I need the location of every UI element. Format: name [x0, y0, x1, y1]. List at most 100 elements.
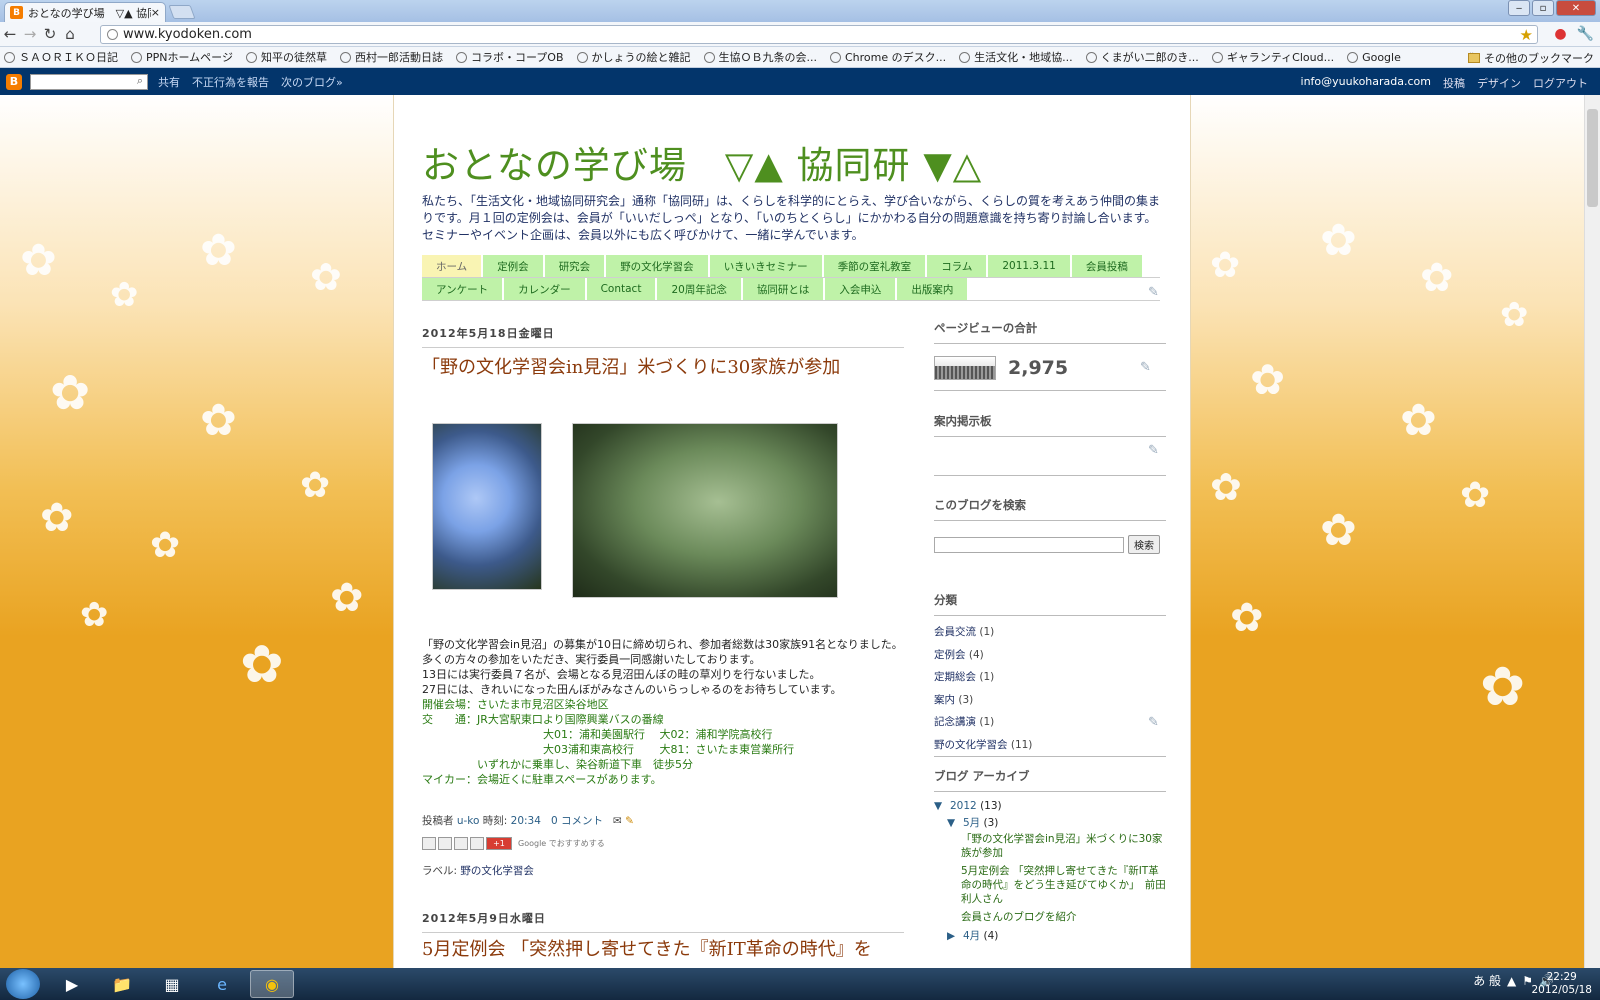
nav-tab[interactable]: カレンダー	[504, 278, 587, 300]
new-post-link[interactable]: 投稿	[1443, 75, 1465, 91]
blog-title[interactable]: おとなの学び場 ▽▲ 協同研 ▼△	[422, 135, 982, 189]
bookmark-item[interactable]: Google	[1347, 51, 1401, 64]
hydrangea-photo[interactable]	[432, 423, 542, 590]
leaf-photo[interactable]	[572, 423, 838, 598]
internet-explorer-icon[interactable]: e	[200, 970, 244, 998]
google-plus-one-button[interactable]: +1	[486, 837, 512, 850]
nav-tab[interactable]: コラム	[927, 255, 989, 277]
nav-tab[interactable]: 季節の室礼教室	[823, 255, 928, 277]
edit-tools-icon[interactable]: ✎	[1148, 715, 1159, 730]
label-link[interactable]: 野の文化学習会	[934, 739, 1008, 751]
back-icon[interactable]: ←	[0, 25, 20, 43]
nav-tab[interactable]: ホーム	[422, 255, 484, 277]
label-link[interactable]: 定期総会	[934, 671, 976, 683]
edit-tools-icon[interactable]: ✎	[1148, 443, 1159, 458]
bookmark-item[interactable]: コラボ・コープOB	[455, 49, 564, 65]
label-link[interactable]: 案内	[934, 694, 955, 706]
nav-tab[interactable]: いきいきセミナー	[709, 255, 824, 277]
chrome-taskbar-icon[interactable]: ◉	[250, 970, 294, 998]
email-post-icon[interactable]: ✉	[613, 815, 622, 827]
edit-tools-icon[interactable]: ✎	[1140, 360, 1151, 375]
expand-toggle-icon[interactable]: ▼	[947, 815, 963, 832]
edit-post-icon[interactable]: ✎	[625, 815, 634, 827]
reload-icon[interactable]: ↻	[40, 25, 60, 43]
bookmark-item[interactable]: ＳＡＯＲＩＫＯ日記	[4, 49, 118, 65]
nav-tab[interactable]: 研究会	[544, 255, 607, 277]
edit-tools-icon[interactable]: ✎	[1148, 285, 1159, 300]
nav-tab[interactable]: 協同研とは	[742, 278, 826, 300]
archive-year[interactable]: ▼ 2012 (13)	[934, 798, 1166, 815]
explorer-icon[interactable]: 📁	[100, 970, 144, 998]
media-player-icon[interactable]: ▶	[50, 970, 94, 998]
clock[interactable]: 22:29 2012/05/18	[1531, 971, 1592, 997]
nav-tab[interactable]: 2011.3.11	[988, 255, 1072, 277]
next-blog-link[interactable]: 次のブログ»	[281, 74, 343, 90]
bookmark-item[interactable]: 西村一郎活動日誌	[339, 49, 443, 65]
nav-tab[interactable]: 20周年記念	[657, 278, 743, 300]
post-time[interactable]: 20:34	[511, 815, 541, 827]
blogger-logo-icon[interactable]: B	[6, 73, 22, 90]
extension-icon[interactable]: ●	[1554, 26, 1566, 42]
comments-link[interactable]: 0 コメント	[551, 815, 603, 827]
ime-indicator[interactable]: あ 般	[1473, 972, 1501, 989]
design-link[interactable]: デザイン	[1477, 75, 1521, 91]
bookmark-item[interactable]: 知平の徒然草	[245, 49, 327, 65]
label-link[interactable]: 会員交流	[934, 626, 976, 638]
bookmark-item[interactable]: Chrome のデスク...	[830, 49, 946, 65]
home-icon[interactable]: ⌂	[60, 25, 80, 43]
post-title[interactable]: 5月定例会 「突然押し寄せてきた『新IT革命の時代』を	[422, 935, 872, 961]
other-bookmarks[interactable]: その他のブックマーク	[1468, 50, 1594, 66]
share-facebook-icon[interactable]	[470, 837, 484, 850]
bookmark-item[interactable]: 生活文化・地域協...	[959, 49, 1073, 65]
minimize-button[interactable]: ‒	[1508, 0, 1530, 16]
archive-post-link[interactable]: 「野の文化学習会in見沼」米づくりに30家族が参加	[934, 832, 1166, 860]
maximize-button[interactable]: ▫	[1532, 0, 1554, 16]
address-bar[interactable]: www.kyodoken.com ★	[100, 25, 1538, 44]
post-label-link[interactable]: 野の文化学習会	[460, 865, 534, 877]
close-window-button[interactable]: ✕	[1556, 0, 1596, 16]
share-twitter-icon[interactable]	[454, 837, 468, 850]
bookmark-star-icon[interactable]: ★	[1520, 26, 1533, 44]
forward-icon[interactable]: →	[20, 25, 40, 43]
nav-tab[interactable]: アンケート	[422, 278, 505, 300]
scrollbar-thumb[interactable]	[1587, 109, 1598, 207]
expand-toggle-icon[interactable]: ▼	[934, 798, 950, 815]
search-icon[interactable]: ⌕	[137, 74, 143, 88]
label-link[interactable]: 定例会	[934, 649, 966, 661]
share-email-icon[interactable]	[422, 837, 436, 850]
post-author[interactable]: u-ko	[457, 815, 480, 827]
bookmark-item[interactable]: かしょうの絵と雑記	[576, 49, 691, 65]
nav-tab[interactable]: 入会申込	[825, 278, 898, 300]
nav-tab[interactable]: 出版案内	[897, 278, 970, 300]
nav-tab[interactable]: Contact	[586, 278, 658, 300]
blog-search-input[interactable]	[934, 536, 1124, 553]
archive-month[interactable]: ▶ 4月 (4)	[934, 928, 1166, 945]
logout-link[interactable]: ログアウト	[1533, 75, 1588, 91]
report-abuse-link[interactable]: 不正行為を報告	[192, 74, 269, 90]
new-tab-button[interactable]	[168, 5, 196, 19]
nav-tab[interactable]: 定例会	[483, 255, 545, 277]
wrench-icon[interactable]: 🔧	[1577, 26, 1594, 42]
tab-close-icon[interactable]: ×	[151, 6, 160, 19]
share-blogger-icon[interactable]	[438, 837, 452, 850]
archive-month[interactable]: ▼ 5月 (3)	[934, 815, 1166, 832]
bookmark-item[interactable]: ギャランティCloud...	[1211, 49, 1334, 65]
blog-search-button[interactable]: 検索	[1128, 535, 1160, 554]
page-scrollbar[interactable]	[1584, 95, 1600, 968]
nav-tab[interactable]: 会員投稿	[1071, 255, 1144, 277]
nav-tab[interactable]: 野の文化学習会	[606, 255, 710, 277]
post-title[interactable]: 「野の文化学習会in見沼」米づくりに30家族が参加	[422, 353, 840, 379]
navbar-search-input[interactable]: ⌕	[30, 73, 148, 90]
bookmark-item[interactable]: くまがい二郎のき...	[1085, 49, 1199, 65]
start-button[interactable]	[6, 969, 40, 999]
network-icon[interactable]: ▲	[1507, 974, 1516, 988]
share-link[interactable]: 共有	[158, 74, 180, 90]
browser-tab[interactable]: B おとなの学び場 ▽▲ 協同研 ▼△ ×	[4, 2, 166, 22]
archive-post-link[interactable]: 5月定例会 「突然押し寄せてきた『新IT革命の時代』をどう生き延びてゆくか」 前…	[934, 864, 1166, 906]
label-link[interactable]: 記念講演	[934, 716, 976, 728]
apps-icon[interactable]: ▦	[150, 970, 194, 998]
bookmark-item[interactable]: 生協ＯＢ九条の会...	[703, 49, 817, 65]
collapse-toggle-icon[interactable]: ▶	[947, 928, 963, 945]
archive-post-link[interactable]: 会員さんのブログを紹介	[934, 910, 1166, 924]
bookmark-item[interactable]: PPNホームページ	[131, 49, 233, 65]
